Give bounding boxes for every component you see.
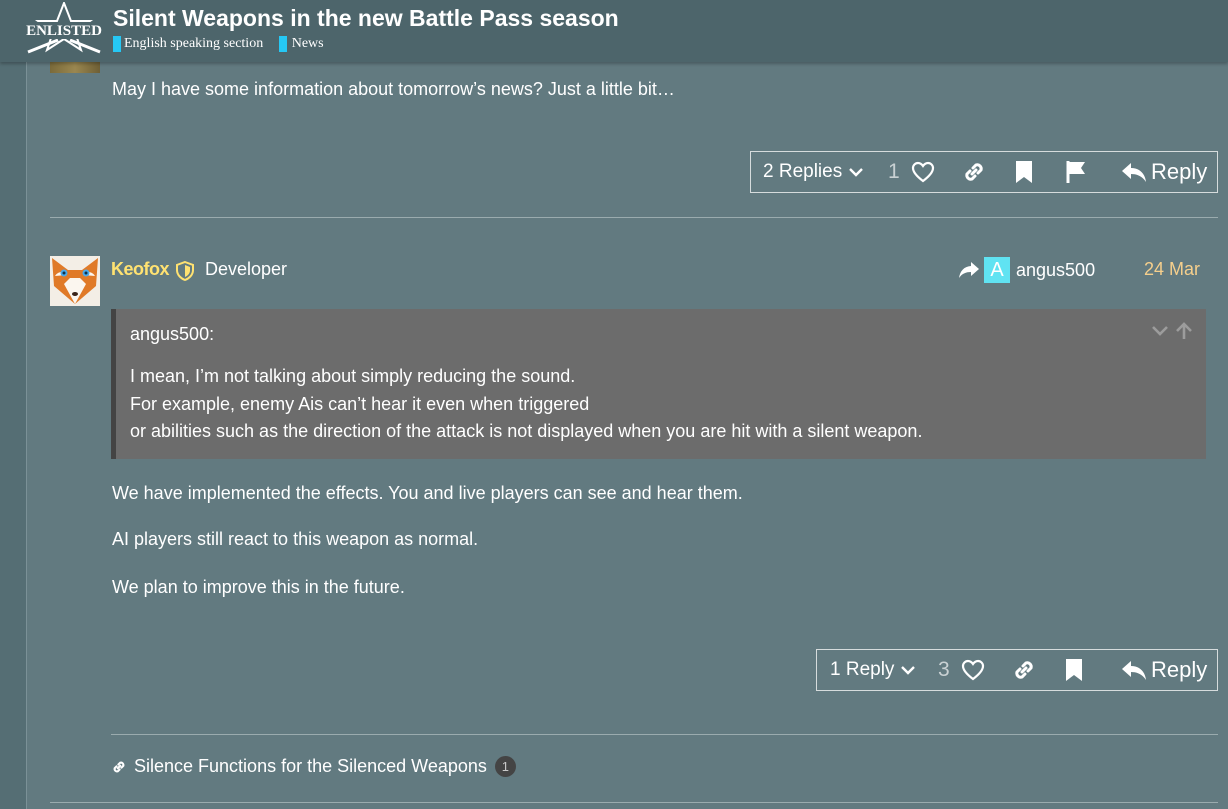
like-button[interactable] [961, 650, 985, 690]
like-count: 1 [888, 160, 900, 183]
post-divider [50, 217, 1218, 218]
chevron-down-icon [849, 168, 864, 177]
link-icon [113, 761, 125, 772]
post-paragraph: We plan to improve this in the future. [112, 577, 405, 597]
previous-post-body: May I have some information about tomorr… [112, 79, 675, 99]
quote-line: I mean, I’m not talking about simply red… [130, 366, 576, 386]
like-count: 3 [938, 658, 950, 681]
quote-block: angus500: I mean, I’m not talking about … [111, 309, 1206, 459]
reply-arrow-icon [1122, 163, 1146, 182]
category-color-swatch [113, 36, 121, 52]
copy-link-button[interactable] [1011, 650, 1037, 690]
reply-label: Reply [1151, 657, 1208, 682]
reply-to-avatar: A [984, 257, 1010, 283]
logo-text: ENLISTED [26, 23, 102, 39]
category-label: News [291, 36, 324, 51]
chevron-down-icon [901, 666, 916, 675]
heart-icon [911, 161, 935, 183]
category-breadcrumb: English speaking section News [113, 36, 336, 57]
user-avatar-keofox[interactable] [50, 256, 100, 306]
left-rail [0, 0, 27, 809]
bookmark-icon [1066, 659, 1082, 681]
post-paragraph: AI players still react to this weapon as… [112, 529, 479, 549]
category-english-speaking[interactable]: English speaking section [113, 36, 263, 52]
reply-button[interactable]: Reply [1121, 152, 1207, 192]
moderator-shield-icon [176, 261, 194, 281]
post-divider [50, 802, 1218, 803]
post-actions: 1 Reply 3 Reply [816, 649, 1218, 691]
reply-label: Reply [1151, 159, 1208, 184]
link-icon [965, 163, 983, 181]
username[interactable]: Keofox [111, 259, 170, 280]
quote-line: For example, enemy Ais can’t hear it eve… [130, 394, 590, 414]
quote-line: or abilities such as the direction of th… [130, 421, 923, 441]
link-icon [1015, 661, 1033, 679]
heart-icon [961, 659, 985, 681]
topic-title[interactable]: Silent Weapons in the new Battle Pass se… [113, 5, 619, 32]
share-arrow-icon [959, 262, 979, 278]
linked-topic[interactable]: Silence Functions for the Silenced Weapo… [111, 756, 516, 777]
replies-label: 1 Reply [830, 659, 895, 680]
like-button[interactable] [911, 152, 935, 192]
flag-icon [1066, 161, 1085, 183]
post-paragraph: We have implemented the effects. You and… [112, 483, 743, 503]
post-links-divider [111, 734, 1218, 735]
category-label: English speaking section [124, 36, 264, 51]
flag-button[interactable] [1065, 152, 1089, 192]
category-color-swatch [278, 36, 287, 52]
reply-to-username: angus500 [1016, 259, 1096, 280]
fox-avatar-image [50, 256, 100, 306]
show-replies-button[interactable]: 1 Reply [830, 650, 916, 690]
show-replies-button[interactable]: 2 Replies [763, 152, 864, 192]
expand-quote-icon[interactable] [1150, 321, 1170, 341]
linked-topic-title: Silence Functions for the Silenced Weapo… [134, 756, 487, 776]
previous-post-actions: 2 Replies 1 Reply [750, 151, 1218, 193]
previous-post-avatar[interactable] [50, 62, 100, 73]
user-title: Developer [205, 259, 288, 279]
reply-to-tab[interactable]: A angus500 [958, 256, 1095, 284]
topic-header: ENLISTED Silent Weapons in the new Battl… [0, 0, 1228, 62]
go-to-quoted-post-icon[interactable] [1174, 321, 1194, 341]
reply-button[interactable]: Reply [1121, 650, 1207, 690]
bookmark-icon [1016, 161, 1032, 183]
post-date[interactable]: 24 Mar [1144, 259, 1200, 280]
copy-link-button[interactable] [961, 152, 987, 192]
linked-topic-count-badge: 1 [494, 756, 516, 777]
category-news[interactable]: News [278, 36, 324, 52]
bookmark-button[interactable] [1065, 650, 1083, 690]
reply-arrow-icon [1122, 661, 1146, 680]
replies-label: 2 Replies [763, 161, 843, 182]
quote-author[interactable]: angus500: [130, 324, 214, 345]
enlisted-logo[interactable]: ENLISTED [22, 2, 106, 58]
bookmark-button[interactable] [1015, 152, 1033, 192]
